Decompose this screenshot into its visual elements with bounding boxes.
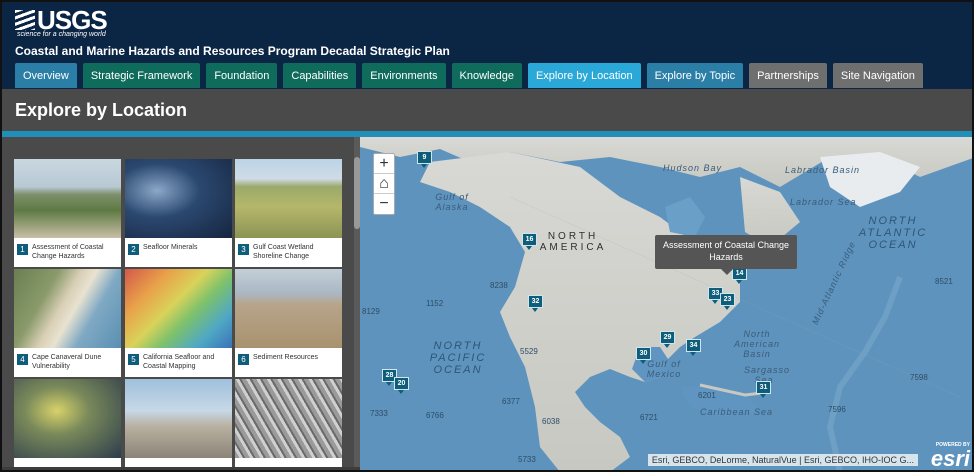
thumb-california-seafloor <box>125 269 232 348</box>
depth-label: 8521 <box>935 277 953 286</box>
card-caption: Assessment of Coastal Change Hazards <box>32 244 104 260</box>
card-number: 5 <box>128 354 139 365</box>
card-caption: Gulf Coast Wetland Shoreline Change <box>253 244 314 260</box>
card-number: 4 <box>17 354 28 365</box>
depth-label: 6721 <box>640 413 658 422</box>
depth-label: 5733 <box>518 455 536 464</box>
basemap <box>360 137 972 470</box>
zoom-in-button[interactable]: + <box>374 154 394 174</box>
map-pin-30[interactable]: 30 <box>636 347 651 364</box>
gallery-card-6[interactable]: 6 Sediment Resources <box>235 269 342 377</box>
depth-label: 6377 <box>502 397 520 406</box>
map-zoom-controls: + ⌂ − <box>373 153 395 215</box>
tab-capabilities[interactable]: Capabilities <box>283 63 357 88</box>
map-pin-34[interactable]: 34 <box>686 339 701 356</box>
depth-label: 7333 <box>370 409 388 418</box>
gallery-card-7[interactable] <box>14 379 121 467</box>
depth-label: 6766 <box>426 411 444 420</box>
card-caption: Sediment Resources <box>253 354 318 361</box>
usgs-logo-text: USGS <box>37 5 108 35</box>
thumb-gulf-wetland <box>235 159 342 238</box>
site-header: USGS science for a changing world Coasta… <box>2 2 972 89</box>
card-caption: California Seafloor and Coastal Mapping <box>143 354 215 370</box>
label-north-american-basin: North American Basin <box>733 329 780 359</box>
map-pin-32[interactable]: 32 <box>528 295 543 312</box>
gallery-card-9[interactable] <box>235 379 342 467</box>
map-pin-14[interactable]: 14 <box>732 267 747 284</box>
gallery-card-3[interactable]: 3 Gulf Coast Wetland Shoreline Change <box>235 159 342 267</box>
gallery-card-8[interactable] <box>125 379 232 467</box>
map-pin-20[interactable]: 20 <box>394 377 409 394</box>
tab-explore-by-location[interactable]: Explore by Location <box>527 63 641 88</box>
card-caption: Seafloor Minerals <box>143 244 198 251</box>
gallery-card-1[interactable]: 1 Assessment of Coastal Change Hazards <box>14 159 121 267</box>
thumb-cape-canaveral <box>14 269 121 348</box>
depth-label: 7596 <box>828 405 846 414</box>
thumb-sediment-resources <box>235 269 342 348</box>
app-frame: USGS science for a changing world Coasta… <box>0 0 974 472</box>
map-pin-29[interactable]: 29 <box>660 331 675 348</box>
zoom-out-button[interactable]: − <box>374 194 394 214</box>
depth-label: 5529 <box>520 347 538 356</box>
map-attribution[interactable]: Esri, GEBCO, DeLorme, NaturalVue | Esri,… <box>647 454 918 466</box>
label-hudson-bay: Hudson Bay <box>663 163 723 173</box>
thumb-seafloor-minerals <box>125 159 232 238</box>
main-nav: Overview Strategic Framework Foundation … <box>15 63 923 88</box>
label-north-atlantic-ocean: NORTH ATLANTIC OCEAN <box>858 215 928 251</box>
esri-logo-text: esri <box>930 446 970 471</box>
card-number: 6 <box>238 354 249 365</box>
esri-logo[interactable]: POWERED BY esri <box>931 442 970 470</box>
home-icon: ⌂ <box>379 174 389 192</box>
tab-partnerships[interactable]: Partnerships <box>749 63 827 88</box>
usgs-tagline: science for a changing world <box>17 31 106 38</box>
main-content: 1 Assessment of Coastal Change Hazards 2S… <box>2 137 972 470</box>
label-gulf-of-alaska: Gulf of Alaska <box>435 192 469 212</box>
card-number: 3 <box>238 244 249 255</box>
usgs-logo[interactable]: USGS science for a changing world <box>15 5 108 38</box>
card-caption: Cape Canaveral Dune Vulnerability <box>32 354 102 370</box>
home-button[interactable]: ⌂ <box>374 174 394 194</box>
depth-label: 8238 <box>490 281 508 290</box>
label-labrador-sea: Labrador Sea <box>790 197 857 207</box>
tab-knowledge[interactable]: Knowledge <box>451 63 522 88</box>
tab-strategic-framework[interactable]: Strategic Framework <box>82 63 201 88</box>
gallery-card-5[interactable]: 5 California Seafloor and Coastal Mapping <box>125 269 232 377</box>
tab-foundation[interactable]: Foundation <box>206 63 278 88</box>
map-pin-9[interactable]: 9 <box>417 151 432 168</box>
site-title: Coastal and Marine Hazards and Resources… <box>15 44 450 58</box>
card-number: 2 <box>128 244 139 255</box>
depth-label: 6038 <box>542 417 560 426</box>
thumb-card-9 <box>235 379 342 458</box>
label-caribbean-sea: Caribbean Sea <box>700 407 774 417</box>
thumb-card-7 <box>14 379 121 458</box>
map-pin-23[interactable]: 23 <box>720 293 735 310</box>
page-title: Explore by Location <box>15 99 188 120</box>
label-north-pacific-ocean: NORTH PACIFIC OCEAN <box>429 340 487 376</box>
depth-label: 7598 <box>910 373 928 382</box>
map-view[interactable]: Hudson Bay Labrador Basin Labrador Sea N… <box>360 137 972 470</box>
story-gallery: 1 Assessment of Coastal Change Hazards 2S… <box>2 137 354 467</box>
map-tooltip: Assessment of Coastal Change Hazards <box>655 235 797 275</box>
depth-label: 8129 <box>362 307 380 316</box>
depth-label: 6201 <box>698 391 716 400</box>
thumb-coastal-change <box>14 159 121 238</box>
page-title-bar: Explore by Location <box>2 89 972 131</box>
label-north-america: NORTH AMERICA <box>539 231 607 253</box>
gallery-card-4[interactable]: 4 Cape Canaveral Dune Vulnerability <box>14 269 121 377</box>
card-number: 1 <box>17 244 28 255</box>
depth-label: 1152 <box>426 299 444 308</box>
label-labrador-basin: Labrador Basin <box>785 165 861 175</box>
tab-environments[interactable]: Environments <box>362 63 446 88</box>
tab-explore-by-topic[interactable]: Explore by Topic <box>646 63 744 88</box>
gallery-card-2[interactable]: 2 Seafloor Minerals <box>125 159 232 267</box>
usgs-logo-mark: USGS <box>15 5 108 35</box>
usgs-wave-icon <box>15 10 35 30</box>
map-pin-31[interactable]: 31 <box>756 381 771 398</box>
tab-overview[interactable]: Overview <box>15 63 77 88</box>
map-pin-16[interactable]: 16 <box>522 233 537 250</box>
tab-site-navigation[interactable]: Site Navigation <box>832 63 923 88</box>
thumb-card-8 <box>125 379 232 458</box>
